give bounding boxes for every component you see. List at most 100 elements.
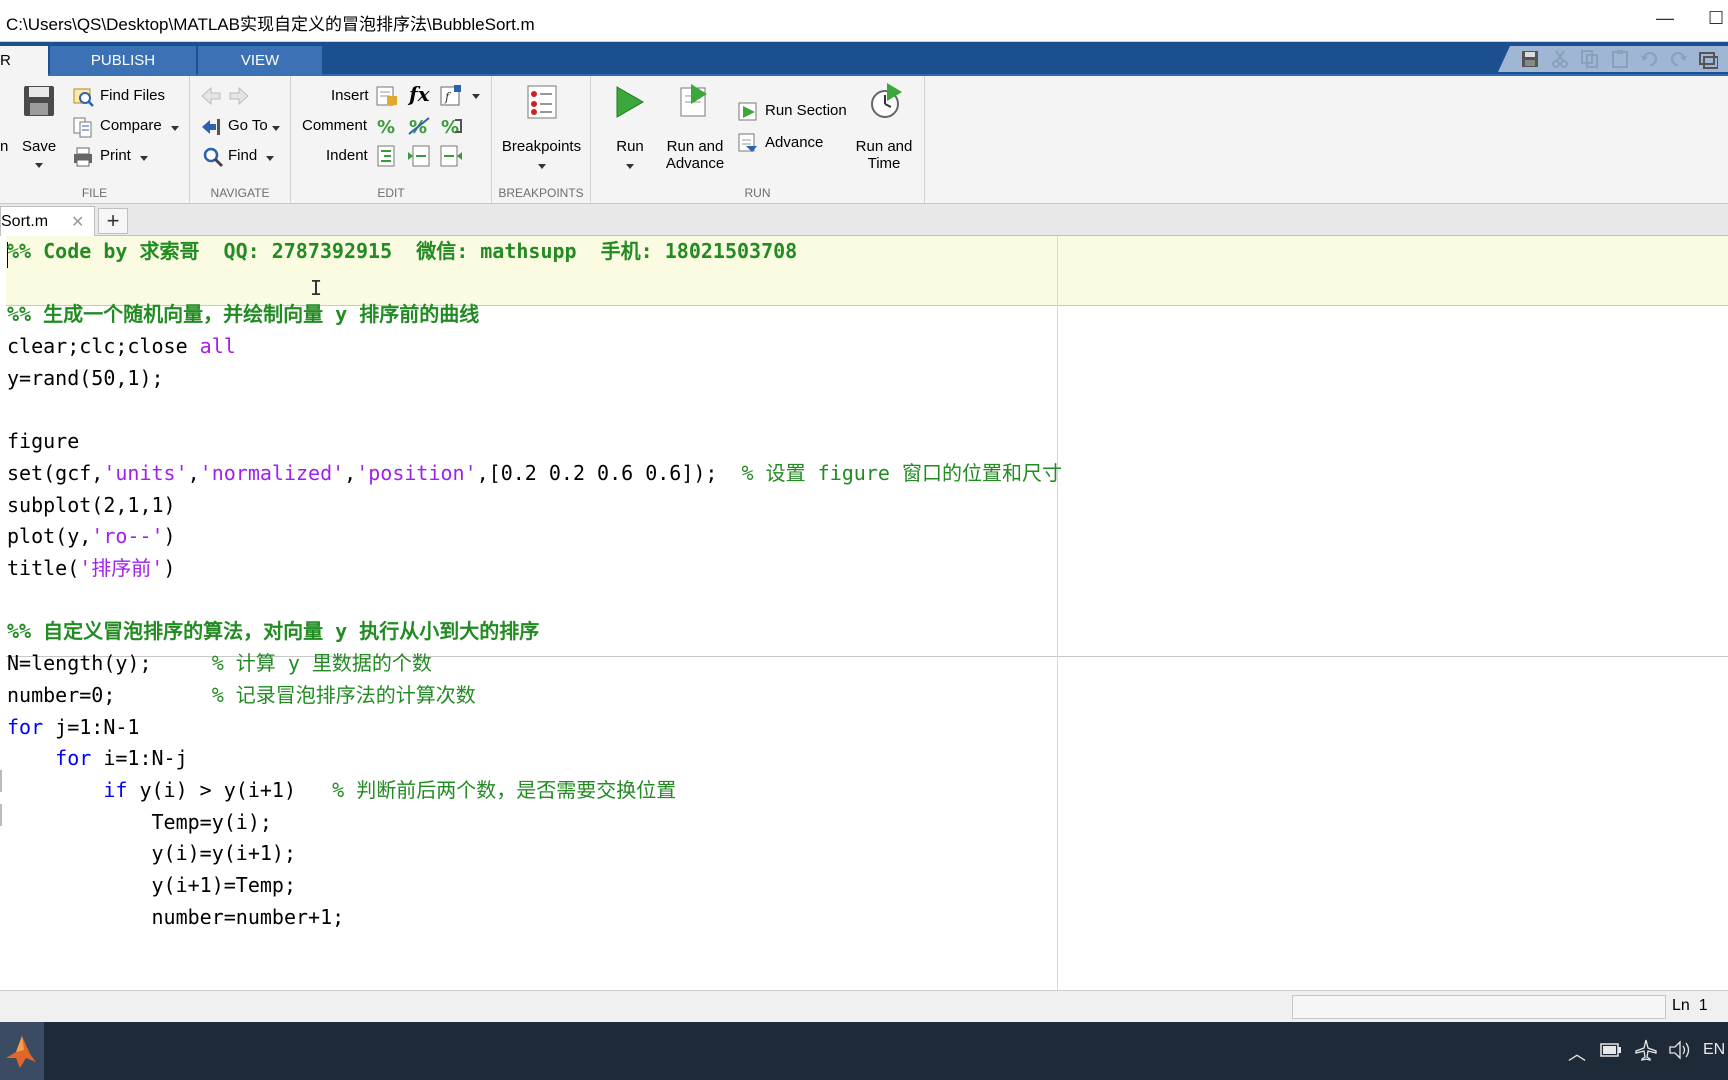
save-icon[interactable] <box>1520 49 1540 69</box>
status-message-box <box>1292 995 1666 1019</box>
minimize-button[interactable]: — <box>1656 8 1674 29</box>
code-line[interactable]: subplot(2,1,1) <box>7 490 176 520</box>
code-line[interactable]: %% 自定义冒泡排序的算法，对向量 y 执行从小到大的排序 <box>7 616 539 646</box>
toolstrip: n Save Find Files Compare Print FILE Go … <box>0 76 1728 204</box>
airplane-mode-icon[interactable] <box>1635 1039 1657 1061</box>
run-and-time-button[interactable]: Run and Time <box>843 138 925 172</box>
save-button[interactable]: Save <box>22 138 56 155</box>
code-line[interactable]: number=number+1; <box>7 902 344 932</box>
insert-section-icon[interactable] <box>375 84 399 108</box>
run-and-advance-button[interactable]: Run and Advance <box>651 138 739 172</box>
close-tab-icon[interactable]: ✕ <box>71 212 84 232</box>
battery-icon[interactable] <box>1600 1042 1622 1058</box>
navigate-group: Go To Find NAVIGATE <box>190 76 291 204</box>
code-line[interactable]: plot(y,'ro--') <box>7 521 176 551</box>
code-token: % 判断前后两个数，是否需要交换位置 <box>332 777 677 802</box>
code-line[interactable]: y(i)=y(i+1); <box>7 838 296 868</box>
code-token: clear;clc;close <box>7 334 200 359</box>
compare-dropdown-icon[interactable] <box>171 126 179 131</box>
code-line[interactable]: set(gcf,'units','normalized','position',… <box>7 458 1062 488</box>
breakpoints-button[interactable]: Breakpoints <box>492 138 591 155</box>
code-line[interactable]: for i=1:N-j <box>7 743 187 773</box>
code-editor[interactable]: I %% Code by 求索哥 QQ: 2787392915 微信: math… <box>0 236 1728 990</box>
run-and-time-icon[interactable] <box>869 82 905 120</box>
new-button-label[interactable]: n <box>0 138 8 155</box>
copy-icon[interactable] <box>1580 49 1600 69</box>
undo-icon[interactable] <box>1640 49 1660 69</box>
wrap-comments-icon[interactable]: % <box>439 114 463 138</box>
find-button[interactable]: Find <box>228 147 257 164</box>
comment-icon[interactable]: % <box>375 114 399 138</box>
code-token: number=0; <box>7 682 212 707</box>
print-button[interactable]: Print <box>100 147 131 164</box>
code-line[interactable]: %% Code by 求索哥 QQ: 2787392915 微信: mathsu… <box>7 236 797 266</box>
maximize-button[interactable]: ☐ <box>1708 8 1724 29</box>
fold-marker[interactable] <box>0 804 2 826</box>
redo-icon[interactable] <box>1668 49 1688 69</box>
indent-button[interactable]: Indent <box>326 147 368 164</box>
forward-arrow-icon[interactable] <box>228 86 250 106</box>
new-tab-button[interactable]: + <box>98 208 128 234</box>
decrease-indent-icon[interactable] <box>439 144 463 168</box>
fold-marker[interactable] <box>0 770 2 792</box>
find-dropdown-icon[interactable] <box>266 156 274 161</box>
code-line[interactable]: y(i+1)=Temp; <box>7 870 296 900</box>
code-token: 'ro--' <box>91 524 164 549</box>
file-tab[interactable]: Sort.m ✕ <box>0 206 95 236</box>
insert-dropdown-icon[interactable] <box>472 94 480 99</box>
tab-editor[interactable]: R <box>0 46 48 76</box>
code-line[interactable]: N=length(y); % 计算 y 里数据的个数 <box>7 648 432 678</box>
input-language-indicator[interactable]: EN <box>1703 1041 1725 1059</box>
save-icon[interactable] <box>22 84 56 118</box>
insert-button[interactable]: Insert <box>331 87 369 104</box>
go-to-button[interactable]: Go To <box>228 117 268 134</box>
compare-button[interactable]: Compare <box>100 117 162 134</box>
paste-icon[interactable] <box>1610 49 1630 69</box>
code-token: % 计算 y 里数据的个数 <box>211 651 432 676</box>
code-line[interactable]: for j=1:N-1 <box>7 712 139 742</box>
run-section-button[interactable]: Run Section <box>765 102 847 119</box>
code-line[interactable]: figure <box>7 426 79 456</box>
breakpoints-dropdown-icon[interactable] <box>538 164 546 169</box>
file-group: n Save Find Files Compare Print FILE <box>0 76 190 204</box>
quick-access-toolbar <box>1498 46 1728 72</box>
show-hidden-icons-icon[interactable]: ︿ <box>1568 1040 1586 1066</box>
code-line[interactable]: if y(i) > y(i+1) % 判断前后两个数，是否需要交换位置 <box>7 775 676 805</box>
matlab-taskbar-button[interactable] <box>0 1022 44 1080</box>
insert-function-dialog-icon[interactable]: f <box>439 84 463 108</box>
comment-button[interactable]: Comment <box>302 117 367 134</box>
tab-view[interactable]: VIEW <box>198 46 322 76</box>
uncomment-icon[interactable]: % <box>407 114 431 138</box>
code-token: y(i+1)=Temp; <box>7 873 296 897</box>
go-to-dropdown-icon[interactable] <box>272 126 280 131</box>
print-dropdown-icon[interactable] <box>140 156 148 161</box>
volume-icon[interactable] <box>1668 1040 1692 1060</box>
code-line[interactable]: clear;clc;close all <box>7 331 236 361</box>
code-line[interactable]: title('排序前') <box>7 553 175 583</box>
code-line[interactable]: y=rand(50,1); <box>7 363 164 393</box>
run-icon[interactable] <box>611 84 647 120</box>
run-and-advance-icon[interactable] <box>677 82 713 120</box>
tab-publish[interactable]: PUBLISH <box>50 46 196 76</box>
code-line[interactable]: Temp=y(i); <box>7 807 272 837</box>
insert-function-icon[interactable]: fx <box>409 82 430 106</box>
find-files-button[interactable]: Find Files <box>100 87 165 104</box>
file-tab-name: Sort.m <box>1 213 49 230</box>
advance-icon <box>738 133 757 152</box>
save-dropdown-icon[interactable] <box>35 163 43 168</box>
switch-windows-icon[interactable] <box>1698 49 1718 69</box>
back-arrow-icon[interactable] <box>200 86 222 106</box>
advance-button[interactable]: Advance <box>765 134 823 151</box>
code-token: Temp=y(i); <box>7 809 272 834</box>
code-line[interactable]: %% 生成一个随机向量，并绘制向量 y 排序前的曲线 <box>7 299 479 329</box>
cut-icon[interactable] <box>1550 49 1570 69</box>
increase-indent-icon[interactable] <box>407 144 431 168</box>
smart-indent-icon[interactable] <box>375 144 399 168</box>
breakpoints-icon[interactable] <box>524 84 560 120</box>
code-line[interactable]: number=0; % 记录冒泡排序法的计算次数 <box>7 680 476 710</box>
code-token: %% 生成一个随机向量，并绘制向量 y 排序前的曲线 <box>7 302 480 327</box>
ribbon-tab-strip: R PUBLISH VIEW <box>0 42 1728 76</box>
run-dropdown-icon[interactable] <box>626 164 634 169</box>
edit-group-label: EDIT <box>377 186 405 200</box>
